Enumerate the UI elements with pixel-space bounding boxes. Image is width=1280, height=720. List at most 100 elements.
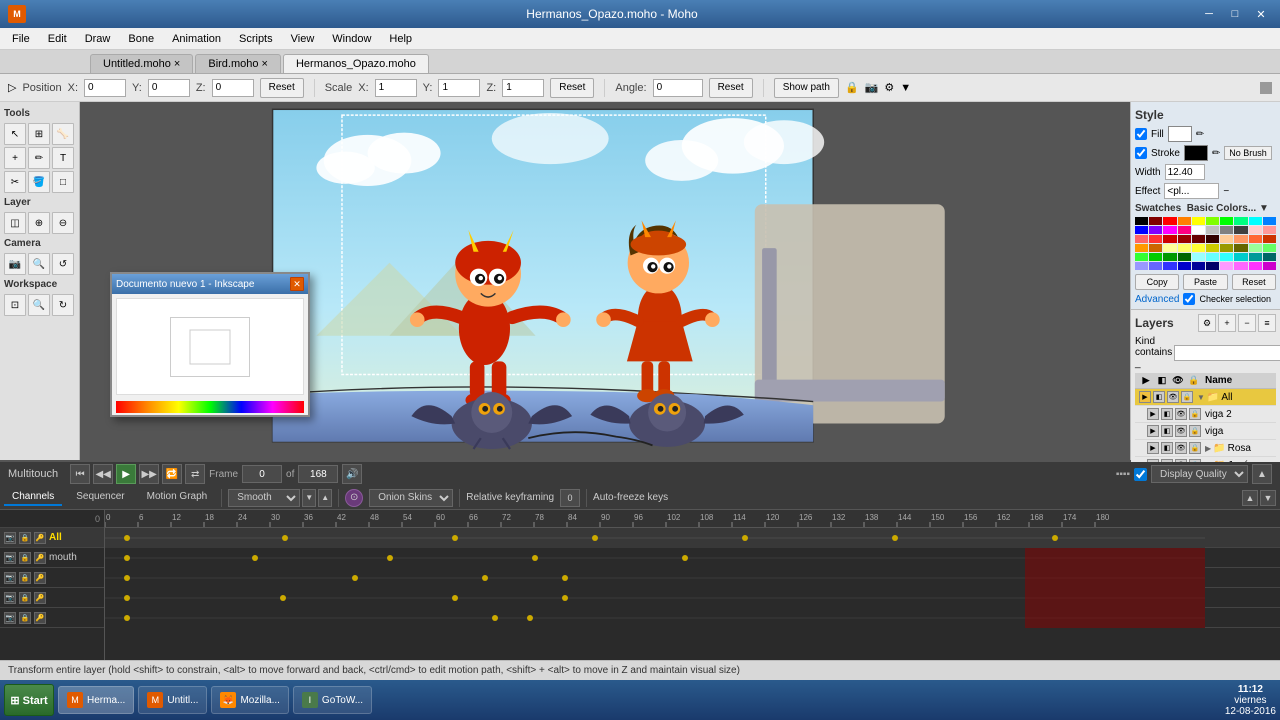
color-swatch-cell[interactable] (1135, 244, 1148, 252)
color-swatch-cell[interactable] (1149, 217, 1162, 225)
color-swatch-cell[interactable] (1234, 226, 1247, 234)
color-swatch-cell[interactable] (1149, 235, 1162, 243)
color-swatch-cell[interactable] (1249, 244, 1262, 252)
layer-viga-lock-icon[interactable]: 🔒 (1189, 425, 1201, 437)
angle-input[interactable] (653, 79, 703, 97)
goto-start-button[interactable]: ⏮ (70, 464, 90, 484)
maximize-button[interactable]: □ (1224, 5, 1246, 23)
color-swatch-cell[interactable] (1192, 253, 1205, 261)
scale-x[interactable] (375, 79, 417, 97)
color-swatch-cell[interactable] (1220, 235, 1233, 243)
menu-edit[interactable]: Edit (40, 31, 75, 47)
reset-position-button[interactable]: Reset (260, 78, 304, 98)
color-swatch-cell[interactable] (1178, 253, 1191, 261)
layer-viga2-lock-icon[interactable]: 🔒 (1189, 408, 1201, 420)
canvas-container[interactable]: Documento nuevo 1 - Inkscape ✕ (80, 102, 1130, 460)
swatches-dropdown-icon[interactable]: ▼ (1259, 203, 1269, 214)
color-swatch-cell[interactable] (1220, 217, 1233, 225)
color-swatch-cell[interactable] (1234, 262, 1247, 270)
tl-extra2-icon1[interactable]: 📷 (4, 592, 16, 604)
menu-help[interactable]: Help (381, 31, 420, 47)
copy-button[interactable]: Copy (1135, 274, 1179, 290)
color-swatch-cell[interactable] (1178, 217, 1191, 225)
color-swatch-cell[interactable] (1234, 253, 1247, 261)
tool-fill[interactable]: 🪣 (28, 171, 50, 193)
tl-extra2-icon3[interactable]: 🔑 (34, 592, 46, 604)
kind-filter-input[interactable] (1174, 345, 1280, 361)
color-swatch-cell[interactable] (1206, 226, 1219, 234)
layer-rosa-eye-icon[interactable]: 👁 (1175, 442, 1187, 454)
color-swatch-cell[interactable] (1206, 262, 1219, 270)
color-swatch-cell[interactable] (1135, 217, 1148, 225)
camera-tool-2[interactable]: 🔍 (28, 253, 50, 275)
effect-minus-icon[interactable]: − (1223, 186, 1229, 197)
paste-button[interactable]: Paste (1183, 274, 1227, 290)
stroke-checkbox[interactable] (1135, 147, 1147, 159)
quality-select[interactable]: Display Quality (1151, 465, 1248, 483)
color-swatch-cell[interactable] (1149, 226, 1162, 234)
layer-viga-eye-icon[interactable]: 👁 (1175, 425, 1187, 437)
tool-transform[interactable]: ⊞ (28, 123, 50, 145)
smooth-select[interactable]: Smooth Linear Ease In Ease Out (228, 489, 300, 507)
tl-extra1-icon2[interactable]: 🔒 (19, 572, 31, 584)
color-swatch-cell[interactable] (1135, 226, 1148, 234)
loop-button[interactable]: 🔁 (162, 464, 182, 484)
color-swatch-cell[interactable] (1192, 244, 1205, 252)
total-frames-input[interactable] (298, 465, 338, 483)
taskbar-item-inkscape[interactable]: I GoToW... (293, 686, 372, 714)
tool-select[interactable]: ↖ (4, 123, 26, 145)
color-swatch-cell[interactable] (1149, 253, 1162, 261)
taskbar-item-hermanos[interactable]: M Herma... (58, 686, 134, 714)
tl-extra-track-2[interactable] (105, 588, 1280, 608)
color-swatch-cell[interactable] (1249, 217, 1262, 225)
color-swatch-cell[interactable] (1206, 253, 1219, 261)
smooth-arrow-button[interactable]: ▼ (302, 489, 316, 507)
motion-graph-tab[interactable]: Motion Graph (139, 489, 216, 506)
fill-checkbox[interactable] (1135, 128, 1147, 140)
channels-tab[interactable]: Channels (4, 489, 62, 506)
tl-extra3-icon2[interactable]: 🔒 (19, 612, 31, 624)
rel-key-input[interactable] (560, 489, 580, 507)
tab-hermanos[interactable]: Hermanos_Opazo.moho (283, 54, 429, 73)
toolbar-collapse-button[interactable] (1260, 82, 1272, 94)
position-x[interactable] (84, 79, 126, 97)
layer-viga-video-icon[interactable]: ▶ (1147, 425, 1159, 437)
layer-viga2[interactable]: ▶ ◧ 👁 🔒 viga 2 (1135, 406, 1276, 423)
color-swatch-cell[interactable] (1263, 226, 1276, 234)
color-swatch-cell[interactable] (1163, 217, 1176, 225)
menu-draw[interactable]: Draw (77, 31, 119, 47)
camera-tool-1[interactable]: 📷 (4, 253, 26, 275)
tool-text[interactable]: T (52, 147, 74, 169)
color-swatch-cell[interactable] (1249, 262, 1262, 270)
color-swatch-cell[interactable] (1163, 262, 1176, 270)
color-swatch-cell[interactable] (1234, 217, 1247, 225)
layers-more-icon[interactable]: ≡ (1258, 314, 1276, 332)
color-swatch-cell[interactable] (1135, 262, 1148, 270)
color-swatch-cell[interactable] (1206, 244, 1219, 252)
start-button[interactable]: ⊞ Start (4, 684, 54, 716)
smooth-up-button[interactable]: ▲ (318, 489, 332, 507)
fill-edit-icon[interactable]: ✏ (1196, 129, 1204, 140)
tool-add[interactable]: + (4, 147, 26, 169)
color-swatch-cell[interactable] (1192, 217, 1205, 225)
color-swatch-cell[interactable] (1249, 235, 1262, 243)
color-swatch-cell[interactable] (1135, 253, 1148, 261)
color-swatch-cell[interactable] (1163, 226, 1176, 234)
sound-button[interactable]: 🔊 (342, 464, 362, 484)
tl-extra1-icon1[interactable]: 📷 (4, 572, 16, 584)
fill-color-swatch[interactable] (1168, 126, 1192, 142)
color-swatch-cell[interactable] (1192, 235, 1205, 243)
layer-viga-type-icon[interactable]: ◧ (1161, 425, 1173, 437)
color-swatch-cell[interactable] (1249, 253, 1262, 261)
tl-mouth-track[interactable] (105, 548, 1280, 568)
color-swatch-cell[interactable] (1220, 244, 1233, 252)
color-swatch-cell[interactable] (1178, 235, 1191, 243)
tl-mouth-icon3[interactable]: 🔑 (34, 552, 46, 564)
ws-tool-3[interactable]: ↻ (52, 294, 74, 316)
color-swatch-cell[interactable] (1220, 262, 1233, 270)
menu-file[interactable]: File (4, 31, 38, 47)
layer-rosa-lock-icon[interactable]: 🔒 (1189, 442, 1201, 454)
width-input[interactable] (1165, 164, 1205, 180)
tab-untitled[interactable]: Untitled.moho × (90, 54, 193, 73)
layer-tool-3[interactable]: ⊖ (52, 212, 74, 234)
